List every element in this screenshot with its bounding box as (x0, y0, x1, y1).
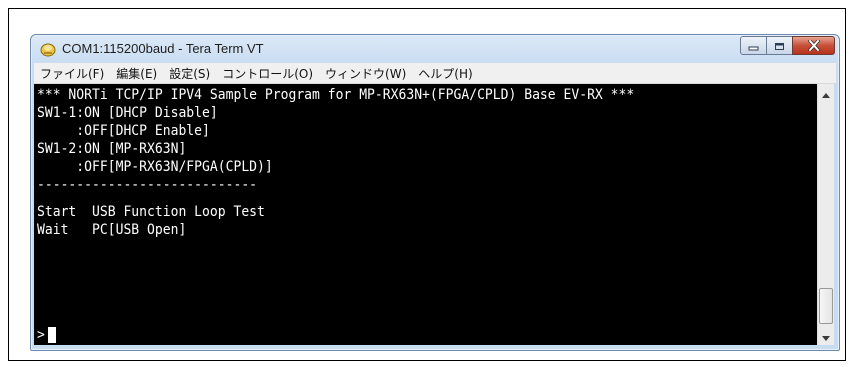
terminal-prompt: > (37, 327, 45, 343)
scroll-up-button[interactable] (818, 84, 834, 101)
close-icon (807, 36, 820, 55)
title-bar[interactable]: COM1:115200baud - Tera Term VT (31, 35, 839, 63)
maximize-icon (774, 36, 785, 55)
terminal-line: *** NORTi TCP/IP IPV4 Sample Program for… (37, 87, 635, 103)
menu-setup[interactable]: 設定(S) (163, 65, 216, 82)
menu-control[interactable]: コントロール(O) (216, 65, 319, 82)
terminal-line: ---------------------------- (37, 177, 258, 193)
menu-bar: ファイル(F) 編集(E) 設定(S) コントロール(O) ウィンドウ(W) ヘ… (34, 63, 836, 84)
vertical-scrollbar[interactable] (817, 84, 834, 345)
teraterm-window: COM1:115200baud - Tera Term VT ファイル(F) 編… (30, 34, 840, 351)
close-button[interactable] (792, 36, 835, 55)
text-cursor (48, 327, 56, 343)
terminal-line: :OFF[DHCP Enable] (37, 123, 210, 139)
menu-file[interactable]: ファイル(F) (34, 65, 110, 82)
terminal-line: Start USB Function Loop Test (37, 204, 265, 220)
terminal-line: SW1-2:ON [MP-RX63N] (37, 141, 187, 157)
terminal-screen[interactable]: *** NORTi TCP/IP IPV4 Sample Program for… (34, 84, 817, 345)
scroll-thumb[interactable] (819, 288, 833, 324)
screenshot-frame: COM1:115200baud - Tera Term VT ファイル(F) 編… (8, 8, 846, 361)
menu-edit[interactable]: 編集(E) (110, 65, 163, 82)
menu-help[interactable]: ヘルプ(H) (412, 65, 478, 82)
caption-buttons (740, 36, 835, 55)
minimize-button[interactable] (740, 36, 767, 55)
terminal-line: SW1-1:ON [DHCP Disable] (37, 105, 218, 121)
scroll-down-button[interactable] (818, 327, 834, 344)
window-title: COM1:115200baud - Tera Term VT (62, 41, 264, 56)
minimize-icon (748, 36, 759, 55)
terminal-line: Wait PC[USB Open] (37, 222, 187, 238)
scroll-up-arrow-icon (822, 83, 830, 102)
scroll-down-arrow-icon (822, 326, 830, 345)
menu-window[interactable]: ウィンドウ(W) (319, 65, 412, 82)
maximize-button[interactable] (766, 36, 793, 55)
terminal-line: :OFF[MP-RX63N/FPGA(CPLD)] (37, 159, 273, 175)
teraterm-app-icon[interactable] (40, 41, 56, 57)
